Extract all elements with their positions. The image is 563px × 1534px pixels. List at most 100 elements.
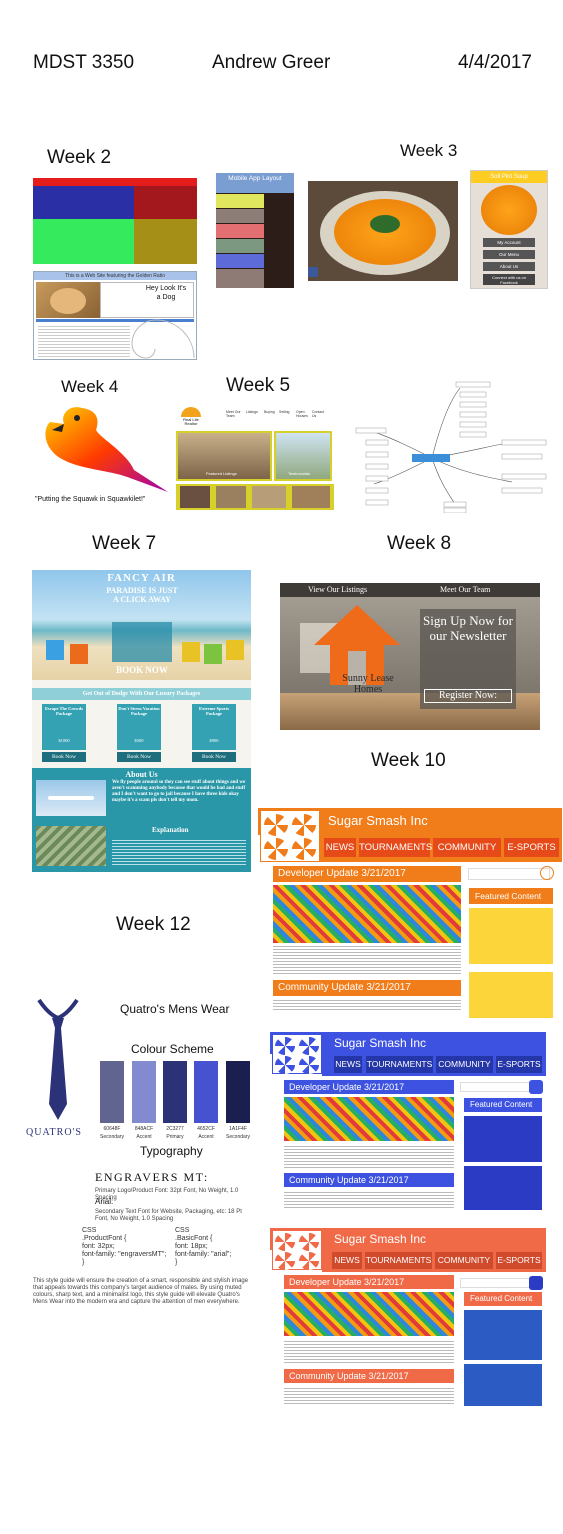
date-label: 4/4/2017 — [458, 52, 532, 73]
about-us-text: We fly people around so they can see stu… — [112, 780, 246, 803]
week3-soup-mobile-thumbnail: Soll Pint Soup My Account Our Menu About… — [470, 170, 548, 289]
quatros-brand-title: Quatro's Mens Wear — [120, 1002, 230, 1016]
package-0-title: Escape The Crowds Package — [44, 706, 84, 716]
package-0-book-button[interactable]: Book Now — [42, 752, 86, 762]
tie-logo-icon — [37, 998, 79, 1120]
author-label: Andrew Greer — [212, 52, 331, 73]
swatch-0-hex: 60648F — [103, 1126, 121, 1132]
week10-sugar-smash-coral: Sugar Smash Inc NEWS TOURNAMENTS COMMUNI… — [270, 1228, 546, 1408]
week8-sunny-lease-thumbnail: View Our Listings Meet Our Team Sunny Le… — [280, 583, 540, 730]
package-2-title: Extreme Sports Package — [198, 706, 230, 716]
featured-content-heading-blue: Featured Content — [464, 1098, 542, 1112]
nav-news-coral[interactable]: NEWS — [332, 1252, 362, 1269]
style-guide-description: This style guide will ensure the creatio… — [33, 1278, 249, 1305]
font2-description: Secondary Text Font for Website, Packagi… — [95, 1209, 242, 1222]
quatros-logo-text: QUATRO'S — [26, 1127, 82, 1138]
community-update-heading-coral: Community Update 3/21/2017 — [284, 1369, 454, 1383]
search-icon[interactable] — [540, 866, 554, 880]
font1-description: Primary Logo/Product Font: 32pt Font, No… — [95, 1188, 239, 1201]
realtor-nav-2[interactable]: Buying — [264, 410, 278, 414]
realtor-nav-1[interactable]: Listings — [246, 410, 262, 414]
week3-mobile-layout-thumbnail: Mobile App Layout — [216, 173, 294, 288]
colour-scheme-title: Colour Scheme — [131, 1042, 214, 1056]
swatch-1-hex: 848ACF — [134, 1126, 154, 1132]
nav-esports-blue[interactable]: E-SPORTS — [496, 1056, 542, 1073]
realtor-logo: Real Life Realtor — [178, 407, 204, 429]
search-icon-coral[interactable] — [529, 1276, 543, 1290]
gummy-candy-photo-coral — [284, 1292, 454, 1336]
developer-update-heading: Developer Update 3/21/2017 — [273, 866, 461, 882]
nav-esports[interactable]: E-SPORTS — [504, 838, 559, 857]
facebook-connect-button[interactable]: Connect with us on Facebook — [483, 274, 535, 285]
week10-sugar-smash-orange: Sugar Smash Inc NEWS TOURNAMENTS COMMUNI… — [258, 808, 562, 1018]
parrot-slogan: "Putting the Squawk in Squawkilet!" — [35, 496, 146, 503]
realtor-nav-4[interactable]: Open Houses — [296, 410, 310, 418]
search-icon-blue[interactable] — [529, 1080, 543, 1094]
meet-team-nav[interactable]: Meet Our Team — [440, 585, 490, 594]
developer-update-heading-blue: Developer Update 3/21/2017 — [284, 1080, 454, 1094]
realtor-nav-3[interactable]: Selling — [279, 410, 293, 414]
swatch-2-hex: 2C3277 — [166, 1126, 184, 1132]
featured-content-heading-coral: Featured Content — [464, 1292, 542, 1306]
nav-community-blue[interactable]: COMMUNITY — [436, 1056, 493, 1073]
week2-label: Week 2 — [47, 147, 112, 168]
gummy-candy-photo — [273, 885, 461, 943]
newsletter-signup-text: Sign Up Now for our Newsletter — [423, 613, 513, 643]
sugar-smash-logo-blue-icon — [272, 1034, 322, 1074]
nav-tournaments-coral[interactable]: TOURNAMENTS — [365, 1252, 432, 1269]
site-title: Sugar Smash Inc — [328, 813, 428, 828]
week5-realtor-thumbnail: Real Life Realtor Meet Our Team Listings… — [176, 405, 334, 510]
swatch-3-role: Accent — [198, 1134, 214, 1140]
golden-spiral-icon — [131, 319, 195, 359]
nav-tournaments[interactable]: TOURNAMENTS — [359, 838, 432, 857]
realtor-nav-0[interactable]: Meet Our Team — [226, 410, 242, 418]
package-1-title: Don't Stress Vacation Package — [118, 706, 160, 716]
about-us-heading: About Us — [125, 770, 158, 779]
soup-app-title: Soll Pint Soup — [471, 171, 547, 183]
nav-tournaments-blue[interactable]: TOURNAMENTS — [366, 1056, 433, 1073]
css-basicfont-code: CSS .BasicFont { font: 18px; font-family… — [175, 1227, 232, 1266]
our-menu-button[interactable]: Our Menu — [483, 250, 535, 259]
realtor-brand: Real Life Realtor — [183, 417, 199, 426]
swatch-0 — [100, 1061, 124, 1123]
week5-label: Week 5 — [226, 375, 291, 396]
dog-photo — [36, 282, 100, 318]
nav-news-blue[interactable]: NEWS — [334, 1056, 362, 1073]
week2-grid-thumbnail — [33, 178, 197, 264]
facebook-icon[interactable] — [308, 267, 318, 277]
featured-listing-photo: Featured Listings — [176, 431, 272, 481]
nav-news[interactable]: NEWS — [324, 838, 356, 857]
nav-community[interactable]: COMMUNITY — [433, 838, 501, 857]
featured-content-heading: Featured Content — [469, 888, 553, 904]
fancy-air-book-now-button[interactable]: BOOK NOW — [106, 665, 178, 675]
golden-site-title: This is a Web Site featuring the Golden … — [34, 272, 196, 280]
register-now-button[interactable]: Register Now: — [424, 689, 512, 703]
booking-form[interactable] — [112, 622, 172, 662]
swatch-1 — [132, 1061, 156, 1123]
week4-label: Week 4 — [61, 377, 119, 396]
fancy-air-title: FANCY AIR — [107, 572, 176, 584]
nav-esports-coral[interactable]: E-SPORTS — [496, 1252, 542, 1269]
package-2-book-button[interactable]: Book Now — [192, 752, 236, 762]
nav-community-coral[interactable]: COMMUNITY — [435, 1252, 493, 1269]
week8-label: Week 8 — [387, 533, 452, 554]
my-account-button[interactable]: My Account — [483, 238, 535, 247]
swatch-3 — [194, 1061, 218, 1123]
explanation-heading: Explanation — [152, 826, 189, 834]
package-1-book-button[interactable]: Book Now — [117, 752, 161, 762]
week2-golden-ratio-thumbnail: This is a Web Site featuring the Golden … — [33, 271, 197, 360]
community-update-heading: Community Update 3/21/2017 — [273, 980, 461, 996]
realtor-nav-5[interactable]: Contact Us — [312, 410, 326, 418]
swatch-4 — [226, 1061, 250, 1123]
parrot-logo-icon — [45, 407, 169, 492]
swatch-3-hex: 4652CF — [197, 1126, 215, 1132]
about-us-button[interactable]: About Us — [483, 262, 535, 271]
week3-label: Week 3 — [400, 141, 458, 160]
week5-mind-map-thumbnail — [355, 381, 547, 513]
soup-photo — [481, 185, 537, 235]
week10-label: Week 10 — [371, 750, 446, 771]
view-listings-nav[interactable]: View Our Listings — [308, 585, 367, 594]
css-productfont-code: CSS .ProductFont { font: 32px; font-fami… — [82, 1227, 167, 1266]
site-title-blue: Sugar Smash Inc — [334, 1036, 427, 1050]
package-2-price: $900 — [209, 738, 219, 743]
